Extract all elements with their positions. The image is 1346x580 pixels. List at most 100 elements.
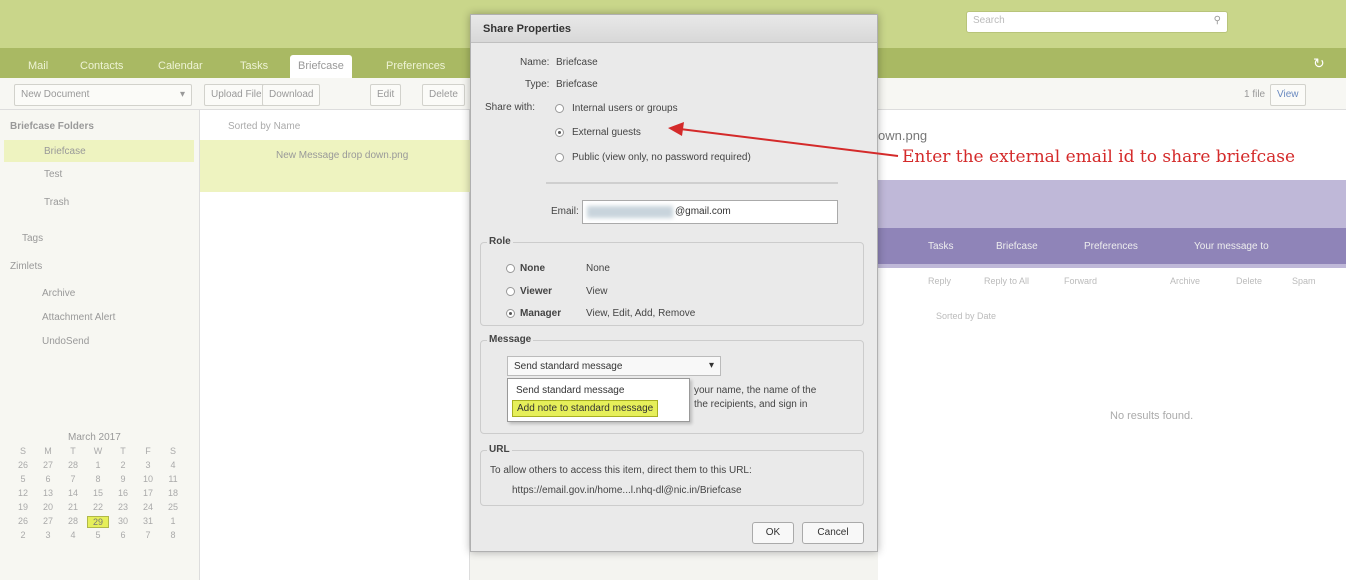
calendar-day[interactable]: 13 bbox=[37, 488, 59, 498]
calendar-day[interactable]: 3 bbox=[137, 460, 159, 470]
calendar-day[interactable]: 27 bbox=[37, 516, 59, 526]
zimlet-undosend[interactable]: UndoSend bbox=[42, 336, 89, 347]
calendar-day[interactable]: 7 bbox=[62, 474, 84, 484]
message-select[interactable]: Send standard message ▾ bbox=[507, 356, 721, 376]
radio-internal[interactable] bbox=[555, 104, 564, 113]
calendar-day[interactable]: 20 bbox=[37, 502, 59, 512]
sort-label[interactable]: Sorted by Name bbox=[228, 121, 300, 132]
calendar-day[interactable]: 26 bbox=[12, 516, 34, 526]
email-input[interactable]: @gmail.com bbox=[582, 200, 838, 224]
upload-file-button[interactable]: Upload File bbox=[204, 84, 269, 106]
preview-action-reply-all: Reply to All bbox=[984, 276, 1030, 286]
zimlet-archive[interactable]: Archive bbox=[42, 288, 75, 299]
sidebar-item-briefcase-selected[interactable] bbox=[4, 140, 194, 162]
tab-mail[interactable]: Mail bbox=[20, 55, 56, 78]
message-dropdown: Send standard message Add note to standa… bbox=[507, 378, 690, 422]
radio-public[interactable] bbox=[555, 153, 564, 162]
ok-button[interactable]: OK bbox=[752, 522, 794, 544]
name-label: Name: bbox=[520, 57, 550, 68]
radio-role-none[interactable] bbox=[506, 264, 515, 273]
dialog-title[interactable]: Share Properties bbox=[471, 15, 877, 43]
calendar-day[interactable]: 16 bbox=[112, 488, 134, 498]
share-option-internal[interactable]: Internal users or groups bbox=[572, 103, 678, 114]
sidebar-item-test[interactable]: Test bbox=[44, 169, 62, 180]
calendar-day[interactable]: 24 bbox=[137, 502, 159, 512]
calendar-day[interactable]: 3 bbox=[37, 530, 59, 540]
tab-calendar[interactable]: Calendar bbox=[150, 55, 211, 78]
role-manager[interactable]: Manager bbox=[520, 308, 561, 319]
search-input[interactable]: Search ⚲ bbox=[966, 11, 1228, 33]
view-button[interactable]: View bbox=[1270, 84, 1306, 106]
radio-role-manager[interactable] bbox=[506, 309, 515, 318]
calendar-day[interactable]: 19 bbox=[12, 502, 34, 512]
new-document-label: New Document bbox=[21, 89, 90, 100]
calendar-day[interactable]: 4 bbox=[62, 530, 84, 540]
tab-preferences[interactable]: Preferences bbox=[378, 55, 453, 78]
tab-tasks[interactable]: Tasks bbox=[232, 55, 276, 78]
calendar-day[interactable]: 28 bbox=[62, 460, 84, 470]
new-document-button[interactable]: New Document ▾ bbox=[14, 84, 192, 106]
calendar-day[interactable]: 2 bbox=[112, 460, 134, 470]
folders-header[interactable]: Briefcase Folders bbox=[10, 121, 94, 132]
calendar-day[interactable]: 11 bbox=[162, 474, 184, 484]
preview-action-forward: Forward bbox=[1064, 276, 1098, 286]
calendar-day[interactable]: 2 bbox=[12, 530, 34, 540]
tab-briefcase[interactable]: Briefcase bbox=[290, 55, 352, 78]
tab-contacts[interactable]: Contacts bbox=[72, 55, 131, 78]
calendar-day[interactable]: 6 bbox=[37, 474, 59, 484]
calendar-day[interactable]: 27 bbox=[37, 460, 59, 470]
calendar-weekday: T bbox=[120, 446, 126, 456]
calendar-day[interactable]: 1 bbox=[87, 460, 109, 470]
calendar-day[interactable]: 15 bbox=[87, 488, 109, 498]
calendar-day[interactable]: 12 bbox=[12, 488, 34, 498]
calendar-day[interactable]: 9 bbox=[112, 474, 134, 484]
delete-button[interactable]: Delete bbox=[422, 84, 465, 106]
dropdown-option-standard[interactable]: Send standard message bbox=[512, 383, 628, 398]
file-count: 1 file bbox=[1244, 89, 1266, 100]
calendar-day[interactable]: 6 bbox=[112, 530, 134, 540]
calendar-day[interactable]: 14 bbox=[62, 488, 84, 498]
calendar-day[interactable]: 21 bbox=[62, 502, 84, 512]
calendar-day[interactable]: 1 bbox=[162, 516, 184, 526]
zimlets-header[interactable]: Zimlets bbox=[10, 261, 42, 272]
search-icon[interactable]: ⚲ bbox=[1214, 15, 1221, 26]
role-none[interactable]: None bbox=[520, 263, 545, 274]
calendar-day[interactable]: 18 bbox=[162, 488, 184, 498]
calendar-day[interactable]: 5 bbox=[87, 530, 109, 540]
calendar-day[interactable]: 7 bbox=[137, 530, 159, 540]
calendar-day[interactable]: 28 bbox=[62, 516, 84, 526]
calendar-day[interactable]: 29 bbox=[87, 516, 109, 528]
calendar-day[interactable]: 26 bbox=[12, 460, 34, 470]
radio-external[interactable] bbox=[555, 128, 564, 137]
cancel-button[interactable]: Cancel bbox=[802, 522, 864, 544]
file-name[interactable]: New Message drop down.png bbox=[276, 150, 408, 161]
share-option-external[interactable]: External guests bbox=[572, 127, 641, 138]
arrow-head bbox=[668, 122, 684, 136]
calendar-day[interactable]: 5 bbox=[12, 474, 34, 484]
calendar-day[interactable]: 23 bbox=[112, 502, 134, 512]
edit-button[interactable]: Edit bbox=[370, 84, 402, 106]
calendar-day[interactable]: 30 bbox=[112, 516, 134, 526]
calendar-day[interactable]: 22 bbox=[87, 502, 109, 512]
calendar-day[interactable]: 31 bbox=[137, 516, 159, 526]
preview-tab-preferences: Preferences bbox=[1084, 241, 1138, 252]
download-button[interactable]: Download bbox=[262, 84, 321, 106]
tags-header[interactable]: Tags bbox=[22, 233, 43, 244]
refresh-icon[interactable]: ↻ bbox=[1313, 55, 1325, 72]
url-legend: URL bbox=[487, 444, 512, 455]
sidebar-item-briefcase[interactable]: Briefcase bbox=[44, 146, 86, 157]
calendar-day[interactable]: 8 bbox=[87, 474, 109, 484]
role-viewer[interactable]: Viewer bbox=[520, 286, 552, 297]
calendar-day[interactable]: 17 bbox=[137, 488, 159, 498]
calendar-day[interactable]: 10 bbox=[137, 474, 159, 484]
calendar-day[interactable]: 25 bbox=[162, 502, 184, 512]
radio-role-viewer[interactable] bbox=[506, 287, 515, 296]
sidebar-item-trash[interactable]: Trash bbox=[44, 197, 69, 208]
calendar-day[interactable]: 4 bbox=[162, 460, 184, 470]
share-url[interactable]: https://email.gov.in/home...l.nhq-dl@nic… bbox=[512, 485, 742, 496]
chevron-down-icon: ▾ bbox=[179, 89, 185, 100]
dropdown-option-add-note[interactable]: Add note to standard message bbox=[512, 400, 659, 417]
file-row-selected[interactable] bbox=[200, 140, 470, 192]
calendar-day[interactable]: 8 bbox=[162, 530, 184, 540]
zimlet-attachment-alert[interactable]: Attachment Alert bbox=[42, 312, 115, 323]
